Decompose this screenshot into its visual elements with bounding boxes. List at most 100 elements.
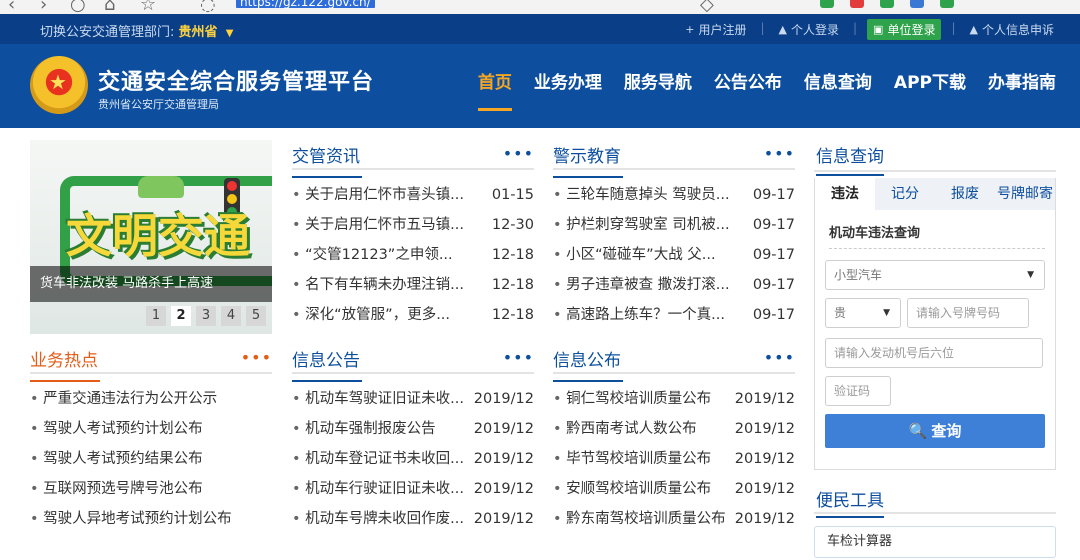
- more-icon[interactable]: •••: [503, 144, 534, 163]
- tab-scrap[interactable]: 报废: [935, 178, 995, 210]
- info-appeal-link[interactable]: ▲ 个人信息申诉: [966, 19, 1058, 40]
- department-switcher[interactable]: 切换公安交通管理部门: 贵州省 ▼: [40, 21, 233, 40]
- list-item[interactable]: 深化“放管服”，更多...12-18: [292, 300, 534, 330]
- list-item[interactable]: 机动车登记证书未收回...2019/12: [292, 444, 534, 474]
- unit-login-link[interactable]: ▣ 单位登录: [867, 19, 942, 40]
- traffic-news-section: 交管资讯 ••• 关于启用仁怀市喜头镇...01-15 关于启用仁怀市五马镇..…: [292, 140, 534, 330]
- engine-number-input[interactable]: 请输入发动机号后六位: [825, 338, 1043, 368]
- extension-icon[interactable]: [940, 0, 954, 8]
- list-item[interactable]: 驾驶人考试预约计划公布: [30, 414, 272, 444]
- section-title[interactable]: 便民工具: [816, 486, 884, 518]
- province-selector[interactable]: 贵州省: [179, 25, 218, 40]
- plate-prefix-select[interactable]: 贵: [825, 298, 901, 328]
- query-tabs: 违法 记分 报废 号牌邮寄: [815, 178, 1055, 210]
- extension-icon[interactable]: [850, 0, 864, 8]
- nav-home[interactable]: 首页: [477, 68, 512, 111]
- info-publish-section: 信息公布 ••• 铜仁驾校培训质量公布2019/12 黔西南考试人数公布2019…: [553, 344, 795, 534]
- inspection-calculator-button[interactable]: 车检计算器: [814, 526, 1056, 558]
- nav-service-guide[interactable]: 服务导航: [624, 68, 692, 93]
- list-item[interactable]: 严重交通违法行为公开公示: [30, 384, 272, 414]
- tab-points[interactable]: 记分: [875, 178, 935, 210]
- police-emblem-icon[interactable]: ★: [30, 56, 88, 114]
- user-icon: ▲: [969, 23, 978, 36]
- more-icon[interactable]: •••: [764, 348, 795, 367]
- nav-announcements[interactable]: 公告公布: [714, 68, 782, 93]
- user-icon: ▲: [778, 23, 787, 36]
- list-item[interactable]: 安顺驾校培训质量公布2019/12: [553, 474, 795, 504]
- forward-icon[interactable]: ›: [40, 0, 47, 14]
- tab-violation[interactable]: 违法: [815, 178, 875, 210]
- site-title[interactable]: 交通安全综合服务管理平台: [98, 64, 374, 96]
- list-item[interactable]: 机动车号牌未收回作废...2019/12: [292, 504, 534, 534]
- list-item[interactable]: 男子违章被查 撒泼打滚...09-17: [553, 270, 795, 300]
- list-item[interactable]: 机动车强制报废公告2019/12: [292, 414, 534, 444]
- list-item[interactable]: 互联网预选号牌号池公布: [30, 474, 272, 504]
- bookmark-icon[interactable]: ☆: [140, 0, 156, 14]
- shield-icon[interactable]: ◇: [700, 0, 714, 14]
- more-icon[interactable]: •••: [764, 144, 795, 163]
- list-item[interactable]: 小区“碰碰车”大战 父...09-17: [553, 240, 795, 270]
- home-icon[interactable]: ⌂: [104, 0, 115, 14]
- list-item[interactable]: 驾驶人异地考试预约计划公布: [30, 504, 272, 534]
- nav-info-query[interactable]: 信息查询: [804, 68, 872, 93]
- carousel-page[interactable]: 3: [196, 306, 216, 326]
- list-item[interactable]: 机动车行驶证旧证未收...2019/12: [292, 474, 534, 504]
- extension-icon[interactable]: [820, 0, 834, 8]
- section-title[interactable]: 信息公布: [553, 346, 623, 382]
- main-nav: 首页 业务办理 服务导航 公告公布 信息查询 APP下载 办事指南: [477, 68, 1056, 111]
- list-item[interactable]: “交管12123”之申领...12-18: [292, 240, 534, 270]
- list-item[interactable]: 关于启用仁怀市五马镇...12-30: [292, 210, 534, 240]
- more-icon[interactable]: •••: [503, 348, 534, 367]
- info-query-panel: 信息查询 违法 记分 报废 号牌邮寄 机动车违法查询 小型汽车 贵 请输入号牌号…: [814, 140, 1056, 470]
- nav-business[interactable]: 业务办理: [534, 68, 602, 93]
- list-item[interactable]: 护栏刺穿驾驶室 司机被...09-17: [553, 210, 795, 240]
- vehicle-type-select[interactable]: 小型汽车: [825, 260, 1045, 290]
- news-carousel[interactable]: 文明交通 货车非法改装 马路杀手上高速 1 2 3 4 5: [30, 140, 272, 334]
- address-bar[interactable]: https://gz.122.gov.cn/: [236, 0, 375, 8]
- section-title[interactable]: 信息查询: [816, 142, 884, 176]
- convenience-tools: 便民工具 车检计算器: [814, 482, 1056, 558]
- list-item[interactable]: 驾驶人考试预约结果公布: [30, 444, 272, 474]
- carousel-pagination: 1 2 3 4 5: [146, 306, 266, 326]
- query-button[interactable]: 🔍 查询: [825, 414, 1045, 448]
- query-subtitle: 机动车违法查询: [829, 226, 921, 241]
- list-item[interactable]: 机动车驾驶证旧证未收...2019/12: [292, 384, 534, 414]
- tab-plate-mail[interactable]: 号牌邮寄: [995, 178, 1055, 210]
- register-link[interactable]: + 用户注册: [681, 19, 750, 40]
- list-item[interactable]: 毕节驾校培训质量公布2019/12: [553, 444, 795, 474]
- list-item[interactable]: 铜仁驾校培训质量公布2019/12: [553, 384, 795, 414]
- publish-list: 铜仁驾校培训质量公布2019/12 黔西南考试人数公布2019/12 毕节驾校培…: [553, 384, 795, 534]
- list-item[interactable]: 高速路上练车？一个真...09-17: [553, 300, 795, 330]
- hot-list: 严重交通违法行为公开公示 驾驶人考试预约计划公布 驾驶人考试预约结果公布 互联网…: [30, 384, 272, 534]
- list-item[interactable]: 黔东南驾校培训质量公布2019/12: [553, 504, 795, 534]
- building-icon: ▣: [873, 23, 884, 36]
- carousel-caption[interactable]: 货车非法改装 马路杀手上高速: [30, 266, 272, 302]
- list-item[interactable]: 黔西南考试人数公布2019/12: [553, 414, 795, 444]
- list-item[interactable]: 名下有车辆未办理注销...12-18: [292, 270, 534, 300]
- list-item[interactable]: 关于启用仁怀市喜头镇...01-15: [292, 180, 534, 210]
- more-icon[interactable]: •••: [241, 348, 272, 367]
- extension-icon[interactable]: [880, 0, 894, 8]
- section-title[interactable]: 信息公告: [292, 346, 362, 382]
- section-title[interactable]: 交管资讯: [292, 142, 362, 178]
- list-item[interactable]: 三轮车随意掉头 驾驶员...09-17: [553, 180, 795, 210]
- warning-education-section: 警示教育 ••• 三轮车随意掉头 驾驶员...09-17 护栏刺穿驾驶室 司机被…: [553, 140, 795, 330]
- section-title[interactable]: 业务热点: [30, 346, 100, 382]
- account-links: + 用户注册 | ▲ 个人登录 | ▣ 单位登录 | ▲ 个人信息申诉: [681, 19, 1058, 40]
- back-icon[interactable]: ‹: [8, 0, 15, 14]
- caret-down-icon[interactable]: ▼: [226, 28, 234, 39]
- carousel-page[interactable]: 4: [221, 306, 241, 326]
- carousel-page[interactable]: 5: [246, 306, 266, 326]
- carousel-page[interactable]: 1: [146, 306, 166, 326]
- plate-number-input[interactable]: 请输入号牌号码: [907, 298, 1029, 328]
- personal-login-link[interactable]: ▲ 个人登录: [775, 19, 843, 40]
- nav-guide[interactable]: 办事指南: [988, 68, 1056, 93]
- refresh-icon[interactable]: ○: [70, 0, 86, 14]
- extension-icon[interactable]: [910, 0, 924, 8]
- carousel-page[interactable]: 2: [171, 306, 191, 326]
- captcha-input[interactable]: 验证码: [825, 376, 891, 406]
- divider: |: [760, 21, 765, 35]
- carousel-banner-text: 文明交通: [66, 209, 250, 263]
- section-title[interactable]: 警示教育: [553, 142, 623, 178]
- nav-app-download[interactable]: APP下载: [894, 68, 966, 93]
